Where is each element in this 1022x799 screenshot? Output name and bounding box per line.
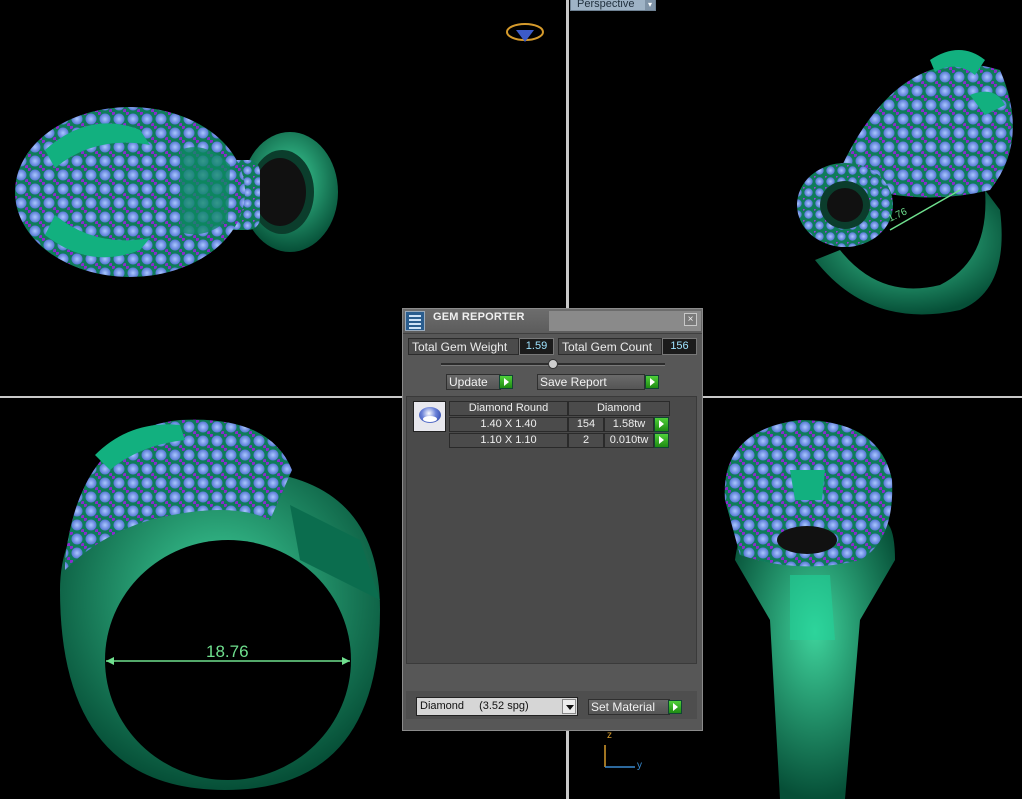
axis-z-label: z <box>607 730 612 741</box>
total-gem-count-label: Total Gem Count <box>558 338 662 355</box>
side-view-ring <box>724 420 895 799</box>
perspective-ring <box>797 50 1013 315</box>
set-material-play-icon[interactable] <box>668 700 682 714</box>
chevron-down-icon[interactable]: ▾ <box>645 0 655 10</box>
axis-gizmo <box>604 745 635 768</box>
chevron-down-icon[interactable] <box>562 699 576 714</box>
update-button[interactable]: Update <box>446 374 501 390</box>
gem-gizmo-icon[interactable] <box>506 23 544 42</box>
gem-reporter-icon <box>405 311 425 331</box>
top-view-ring <box>15 107 338 277</box>
gem-row-select-icon[interactable] <box>654 417 669 432</box>
material-select[interactable]: Diamond (3.52 spg) <box>416 697 578 716</box>
dimension-label-front: 18.76 <box>206 642 249 661</box>
material-select-detail: (3.52 spg) <box>479 700 529 712</box>
dialog-titlebar[interactable]: GEM REPORTER × <box>403 309 702 334</box>
perspective-view-dropdown[interactable]: Perspective ▾ <box>570 0 656 11</box>
dialog-title: GEM REPORTER <box>433 311 525 323</box>
gem-row-count: 2 <box>568 433 604 448</box>
axis-y-label: y <box>637 760 642 771</box>
diamond-round-thumbnail-icon[interactable] <box>413 401 446 432</box>
gem-row-select-icon[interactable] <box>654 433 669 448</box>
total-gem-weight-label: Total Gem Weight <box>408 338 519 355</box>
gem-row-weight: 0.010tw <box>604 433 654 448</box>
titlebar-shade <box>549 311 701 331</box>
gem-shape-header: Diamond Round <box>449 401 568 416</box>
perspective-label: Perspective <box>577 0 635 10</box>
front-view-ring <box>60 419 380 790</box>
total-gem-weight-value: 1.59 <box>519 338 554 355</box>
size-slider-handle[interactable] <box>548 359 558 369</box>
material-select-value: Diamond <box>420 700 465 712</box>
total-gem-count-value: 156 <box>662 338 697 355</box>
save-report-button[interactable]: Save Report <box>537 374 645 390</box>
gem-row-size: 1.10 X 1.10 <box>449 433 568 448</box>
gem-material-header: Diamond <box>568 401 670 416</box>
gem-row-weight: 1.58tw <box>604 417 654 432</box>
gem-row-count: 154 <box>568 417 604 432</box>
set-material-button[interactable]: Set Material <box>588 699 670 715</box>
update-play-icon[interactable] <box>499 375 513 389</box>
close-button[interactable]: × <box>684 313 697 326</box>
save-report-play-icon[interactable] <box>645 375 659 389</box>
gem-row-size: 1.40 X 1.40 <box>449 417 568 432</box>
gem-reporter-dialog: GEM REPORTER × Total Gem Weight 1.59 Tot… <box>402 308 703 731</box>
